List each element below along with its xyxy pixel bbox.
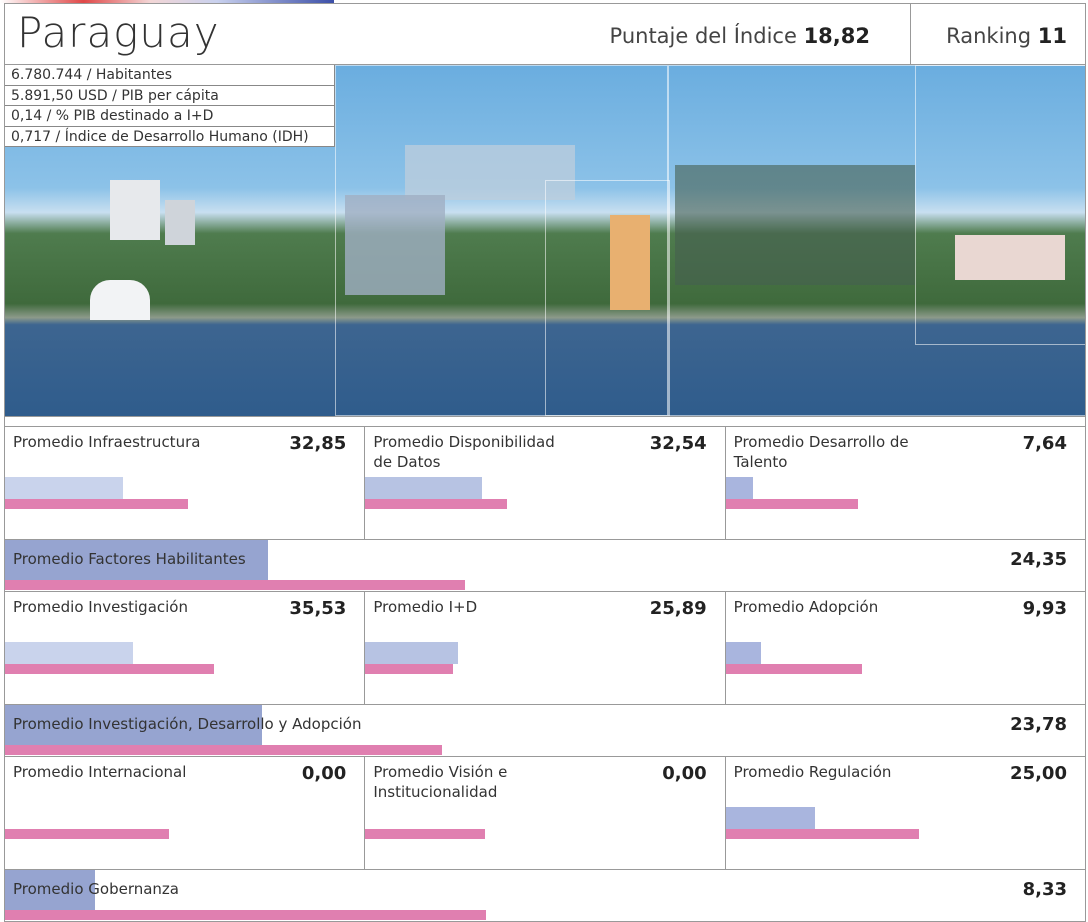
pillar-row: Promedio Infraestructura 32,85 Promedio … [5, 426, 1085, 539]
pillar-label: Promedio Disponibilidad de Datos [373, 433, 555, 471]
reference-bar [5, 664, 215, 674]
city-photo: 6.780.744 / Habitantes 5.891,50 USD / PI… [5, 65, 1085, 416]
factor-row: Promedio Gobernanza 8,33 [5, 869, 1085, 921]
pillar-value: 35,53 [289, 598, 347, 619]
factor-value: 23,78 [1010, 714, 1067, 735]
ranking-box: Ranking 11 [910, 4, 1085, 64]
factor-label: Promedio Investigación, Desarrollo y Ado… [13, 715, 362, 733]
stat-gdp-per-capita: 5.891,50 USD / PIB per cápita [5, 85, 335, 106]
pillar-label: Promedio Internacional [13, 763, 187, 781]
reference-bar [365, 499, 508, 509]
country-bar [5, 642, 133, 664]
ranking-value: 11 [1037, 24, 1067, 48]
pillar-cell: Promedio I+D 25,89 [365, 592, 726, 704]
reference-bar [365, 829, 485, 839]
pillar-value: 0,00 [301, 763, 347, 784]
factor-reference-bar [5, 580, 466, 590]
pillar-label: Promedio Visión e Institucionalidad [373, 763, 508, 801]
ranking-label: Ranking [946, 24, 1032, 48]
pillar-value: 32,85 [289, 433, 347, 454]
factor-reference-bar [5, 910, 486, 920]
score-label: Puntaje del Índice [609, 24, 797, 48]
score-value: 18,82 [803, 24, 870, 48]
pillar-row: Promedio Investigación 35,53 Promedio I+… [5, 591, 1085, 704]
pillar-value: 9,93 [1022, 598, 1067, 619]
pillar-value: 25,89 [649, 598, 707, 619]
ranking: Ranking 11 [946, 24, 1067, 48]
reference-bar [725, 499, 858, 509]
factor-reference-bar [5, 745, 443, 755]
country-bar [365, 642, 459, 664]
pillar-cell: Promedio Adopción 9,93 [725, 592, 1085, 704]
country-bar [725, 477, 754, 499]
index-score: Puntaje del Índice 18,82 [610, 24, 870, 48]
reference-bar [5, 829, 169, 839]
pillar-label: Promedio Infraestructura [13, 433, 201, 451]
pillar-label: Promedio I+D [373, 598, 478, 616]
factor-label: Promedio Factores Habilitantes [13, 550, 246, 568]
pillar-label: Promedio Investigación [13, 598, 188, 616]
pillar-cell: Promedio Infraestructura 32,85 [5, 427, 366, 539]
pillar-row: Promedio Internacional 0,00 Promedio Vis… [5, 756, 1085, 869]
reference-bar [365, 664, 453, 674]
pillar-cell: Promedio Desarrollo de Talento 7,64 [725, 427, 1085, 539]
factor-value: 24,35 [1010, 549, 1067, 570]
reference-bar [725, 664, 863, 674]
country-title: Paraguay [17, 8, 220, 57]
stat-hdi: 0,717 / Índice de Desarrollo Humano (IDH… [5, 126, 335, 147]
factor-label: Promedio Gobernanza [13, 880, 179, 898]
country-bar [725, 642, 762, 664]
pillar-value: 32,54 [649, 433, 707, 454]
pillar-label: Promedio Adopción [733, 598, 879, 616]
pillar-cell: Promedio Visión e Institucionalidad 0,00 [365, 757, 726, 869]
country-card: Paraguay Puntaje del Índice 18,82 Rankin… [4, 3, 1086, 922]
factor-row: Promedio Investigación, Desarrollo y Ado… [5, 704, 1085, 756]
stat-rd-spending: 0,14 / % PIB destinado a I+D [5, 106, 335, 127]
country-bar [725, 807, 816, 829]
country-bar [365, 477, 483, 499]
pillar-value: 7,64 [1022, 433, 1067, 454]
country-bar [5, 477, 124, 499]
pillar-cell: Promedio Disponibilidad de Datos 32,54 [365, 427, 726, 539]
pillar-value: 25,00 [1010, 763, 1067, 784]
card-header: Paraguay Puntaje del Índice 18,82 Rankin… [5, 4, 1085, 65]
stat-population: 6.780.744 / Habitantes [5, 65, 335, 86]
pillar-value: 0,00 [662, 763, 707, 784]
reference-bar [725, 829, 920, 839]
pillar-cell: Promedio Internacional 0,00 [5, 757, 366, 869]
pillar-label: Promedio Desarrollo de Talento [733, 433, 909, 471]
country-stats: 6.780.744 / Habitantes 5.891,50 USD / PI… [5, 65, 335, 147]
factor-row: Promedio Factores Habilitantes 24,35 [5, 539, 1085, 591]
factor-value: 8,33 [1022, 879, 1067, 900]
pillar-cell: Promedio Regulación 25,00 [725, 757, 1085, 869]
pillar-cell: Promedio Investigación 35,53 [5, 592, 366, 704]
reference-bar [5, 499, 189, 509]
pillar-label: Promedio Regulación [733, 763, 892, 781]
